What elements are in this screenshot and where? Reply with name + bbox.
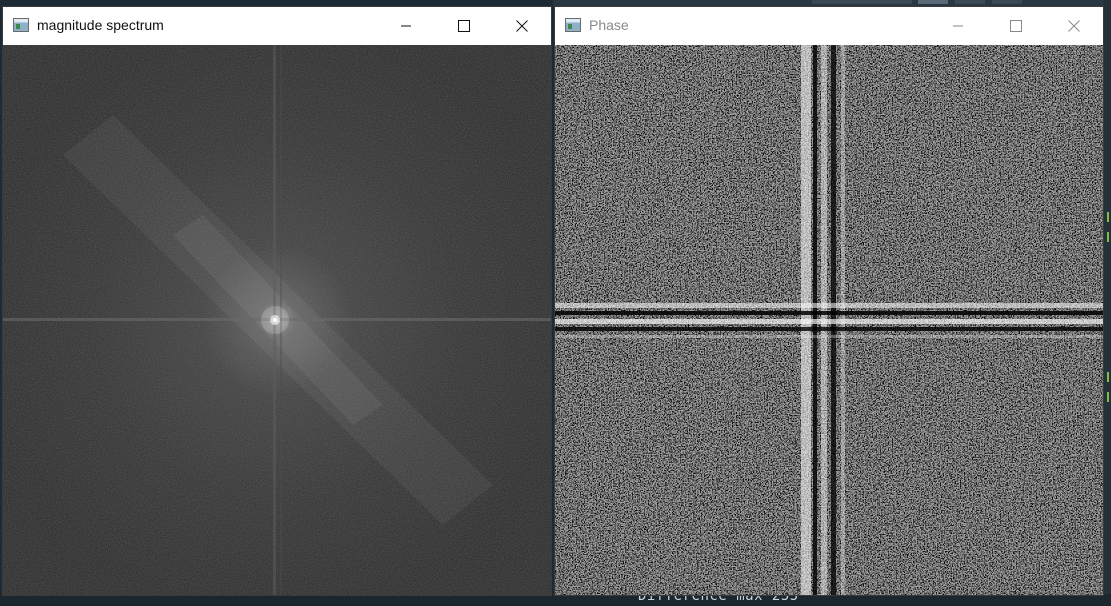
maximize-button[interactable] — [987, 7, 1045, 45]
desktop: Difference max 255 magnitude spectrum Ph… — [0, 0, 1111, 606]
magnitude-spectrum-window[interactable]: magnitude spectrum — [2, 6, 552, 596]
app-window-icon — [13, 18, 29, 32]
minimize-icon — [401, 25, 411, 27]
close-button[interactable] — [1045, 7, 1103, 45]
background-ide-marker — [1107, 392, 1109, 402]
background-ide-tab — [955, 0, 985, 4]
minimize-button[interactable] — [929, 7, 987, 45]
magnitude-spectrum-graphic — [3, 45, 551, 595]
window-title: magnitude spectrum — [37, 17, 164, 33]
close-icon — [1068, 20, 1080, 32]
maximize-icon — [1010, 20, 1022, 32]
background-ide-marker — [1107, 372, 1109, 382]
background-ide-marker — [1107, 212, 1109, 222]
close-icon — [516, 20, 528, 32]
magnitude-spectrum-image — [3, 45, 551, 595]
window-titlebar[interactable]: Phase — [555, 7, 1103, 45]
window-title: Phase — [589, 17, 629, 33]
background-ide-marker — [1107, 232, 1109, 242]
background-ide-tab — [918, 0, 948, 4]
background-ide-tab — [992, 0, 1022, 4]
window-titlebar[interactable]: magnitude spectrum — [3, 7, 551, 45]
phase-window[interactable]: Phase — [554, 6, 1104, 596]
maximize-icon — [458, 20, 470, 32]
maximize-button[interactable] — [435, 7, 493, 45]
phase-graphic — [555, 45, 1103, 595]
minimize-button[interactable] — [377, 7, 435, 45]
background-ide-tab — [812, 0, 912, 4]
minimize-icon — [953, 25, 963, 27]
background-ide-right-edge — [1104, 0, 1111, 606]
phase-image — [555, 45, 1103, 595]
app-window-icon — [565, 18, 581, 32]
close-button[interactable] — [493, 7, 551, 45]
